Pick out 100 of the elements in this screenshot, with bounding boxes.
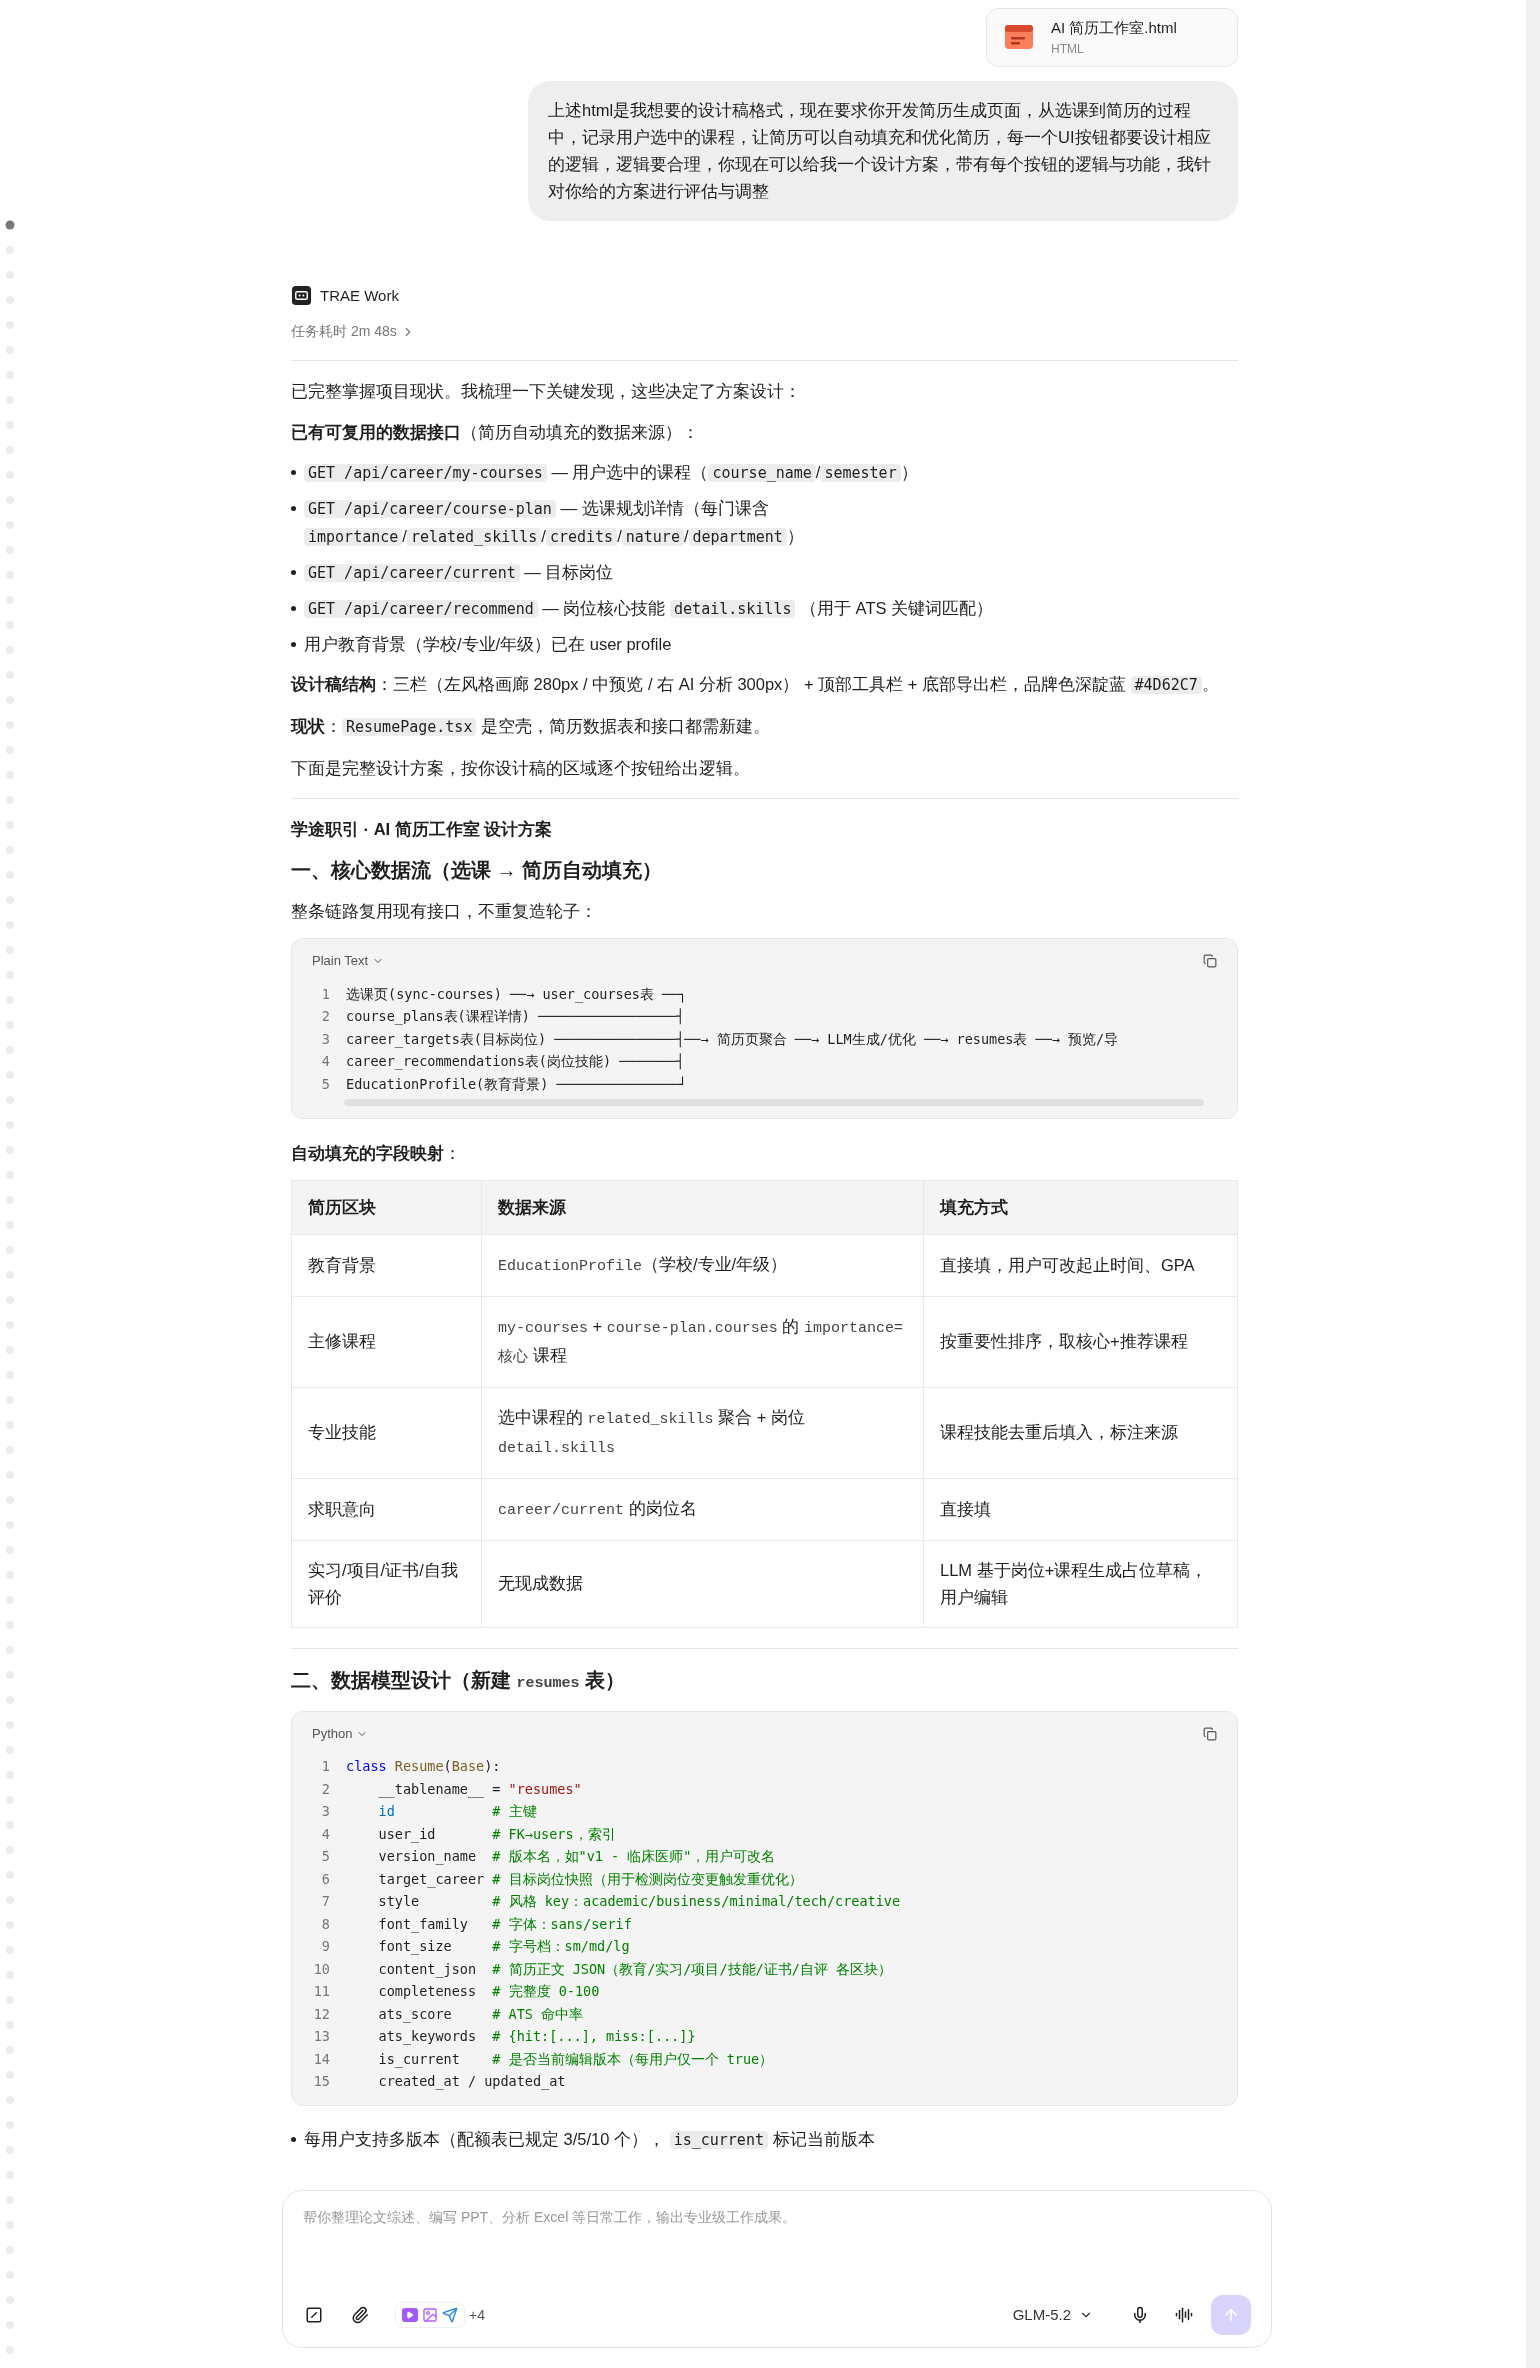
list-item: GET /api/career/my-courses — 用户选中的课程（ course_name / semester ）: [304, 459, 918, 487]
line-number: 4: [320, 1052, 331, 1071]
voice-wave-icon[interactable]: [1175, 2306, 1193, 2324]
inline-code: detail.skills: [670, 600, 796, 618]
list-item: GET /api/career/recommend — 岗位核心技能 detail.skills （用于 ATS 关键词匹配）: [304, 595, 994, 623]
line-number: 10: [312, 1959, 331, 1979]
line-number: 7: [320, 1892, 331, 1912]
microphone-icon[interactable]: [1131, 2306, 1149, 2324]
inline-code: GET /api/career/course-plan: [304, 500, 556, 518]
table-cell: career/current 的岗位名: [481, 1478, 924, 1541]
code-line: created_at / updated_at: [377, 2072, 566, 2092]
table-cell: 实习/项目/证书/自我评价: [291, 1540, 482, 1628]
list-item: GET /api/career/course-plan — 选课规划详情（每门课含 importance / related_skills / credits / nature / department ）: [304, 495, 1238, 551]
section-heading: 二、数据模型设计（新建 resumes 表）: [291, 1667, 627, 1694]
table-cell: 按重要性排序，取核心+推荐课程: [923, 1296, 1238, 1388]
line-number: 14: [312, 2049, 331, 2069]
bullet-icon: [291, 470, 296, 475]
inline-code: importance: [304, 528, 403, 546]
more-tools-count[interactable]: +4: [469, 2304, 485, 2326]
line-number: 15: [312, 2072, 331, 2092]
table-cell: 选中课程的 related_skills 聚合 + 岗位 detail.skills: [481, 1387, 924, 1479]
file-attachment-card[interactable]: AI 简历工作室.html HTML: [986, 8, 1238, 67]
file-name: AI 简历工作室.html: [1051, 18, 1177, 38]
code-line: content_json # 简历正文 JSON（教育/实习/项目/技能/证书/自评 各区块）: [377, 1959, 892, 1980]
code-line: is_current # 是否当前编辑版本（每用户仅一个 true）: [377, 2049, 774, 2070]
code-line: font_size # 字号档：sm/md/lg: [377, 1937, 630, 1957]
line-number: 11: [312, 1982, 331, 2002]
line-number: 1: [320, 984, 331, 1004]
code-line: career_recommendations表(岗位技能) ───────┤: [346, 1052, 685, 1072]
inline-code: is_current: [669, 2130, 768, 2149]
inline-code: semester: [820, 464, 901, 482]
inline-code: GET /api/career/my-courses: [304, 464, 547, 482]
file-type: HTML: [1051, 40, 1085, 58]
table-cell: my-courses + course-plan.courses 的 importance=核心 课程: [481, 1296, 924, 1388]
code-line: version_name # 版本名，如"v1 - 临床医师"，用户可改名: [377, 1847, 776, 1867]
paper-plane-app-icon: [442, 2307, 458, 2323]
column-header: 填充方式: [923, 1180, 1238, 1235]
code-line: style # 风格 key：academic/business/minimal/tech/creative: [377, 1892, 901, 1912]
language-dropdown[interactable]: Plain Text: [312, 951, 385, 971]
column-header: 数据来源: [481, 1180, 924, 1235]
paragraph: 下面是完整设计方案，按你设计稿的区域逐个按钮给出逻辑。: [291, 758, 751, 779]
model-selector[interactable]: GLM-5.2: [1012, 2303, 1093, 2327]
paragraph: 设计稿结构：三栏（左风格画廊 280px / 中预览 / 右 AI 分析 300px） + 顶部工具栏 + 底部导出栏，品牌色深靛蓝 #4D62C7 。: [291, 674, 1220, 696]
copy-icon[interactable]: [1203, 1726, 1217, 1741]
user-message-bubble: 上述html是我想要的设计稿格式，现在要求你开发简历生成页面，从选课到简历的过程中，记录用户选中的课程，让简历可以自动填充和优化简历，每一个UI按钮都要设计相应的逻辑，逻辑要合理，你现在可以给我一个设计方案，带有每个按钮的逻辑与功能，我针对你给的方案进行评估与调整: [528, 80, 1238, 221]
line-number: 3: [320, 1802, 331, 1822]
code-line: class Resume(Base):: [346, 1757, 501, 1777]
inline-code: credits: [545, 528, 618, 546]
code-line: user_id # FK→users，索引: [377, 1824, 616, 1845]
column-header: 简历区块: [291, 1180, 482, 1235]
bullet-icon: [291, 606, 296, 611]
list-item: GET /api/career/current — 目标岗位: [304, 559, 614, 587]
line-number: 1: [320, 1757, 331, 1777]
code-line: career_targets表(目标岗位) ───────────────┤──→ 简历页聚合 ──→ LLM生成/优化 ──→ resumes表 ──→ 预览/导: [346, 1029, 1119, 1050]
code-line: id # 主键: [377, 1802, 537, 1822]
table-cell: LLM 基于岗位+课程生成占位草稿，用户编辑: [923, 1540, 1238, 1628]
code-line: target_career # 目标岗位快照（用于检测岗位变更触发重优化）: [377, 1869, 803, 1890]
line-number: 5: [320, 1074, 331, 1094]
paperclip-icon[interactable]: [351, 2306, 369, 2324]
line-number: 2: [320, 1779, 331, 1799]
inline-code: GET /api/career/recommend: [304, 600, 538, 618]
tool-apps-group[interactable]: [395, 2302, 465, 2328]
inline-code: GET /api/career/current: [304, 564, 520, 582]
task-duration-link[interactable]: 任务耗时 2m 48s: [291, 321, 415, 342]
agent-name: TRAE Work: [320, 285, 399, 306]
line-number: 5: [320, 1847, 331, 1867]
section-heading: 一、核心数据流（选课 → 简历自动填充）: [291, 858, 664, 883]
code-line: 选课页(sync-courses) ──→ user_courses表 ──┐: [346, 984, 687, 1005]
agent-logo-icon: [291, 285, 312, 307]
line-number: 6: [320, 1869, 331, 1889]
list-item: 用户教育背景（学校/专业/年级）已在 user profile: [304, 634, 672, 655]
inline-code: #4D62C7: [1130, 676, 1202, 694]
table-cell: 主修课程: [291, 1296, 482, 1388]
code-line: completeness # 完整度 0-100: [377, 1982, 600, 2002]
paragraph: 整条链路复用现有接口，不重复造轮子：: [291, 901, 598, 922]
video-app-icon: [402, 2308, 418, 2322]
inline-code: department: [688, 528, 787, 546]
bullet-icon: [291, 642, 296, 647]
table-cell: 专业技能: [291, 1387, 482, 1479]
code-line: ats_keywords # {hit:[...], miss:[...]}: [377, 2027, 696, 2047]
line-number: 9: [320, 1937, 331, 1957]
bullet-icon: [291, 506, 296, 511]
line-number: 3: [320, 1029, 331, 1049]
slash-command-icon[interactable]: [305, 2306, 323, 2324]
line-number: 4: [320, 1824, 331, 1844]
line-number: 13: [312, 2027, 331, 2047]
inline-code: ResumePage.tsx: [342, 718, 477, 736]
code-line: course_plans表(课程详情) ─────────────────┤: [346, 1007, 685, 1027]
section-title: 学途职引 · AI 简历工作室 设计方案: [291, 819, 554, 840]
paragraph: 现状： ResumePage.tsx 是空壳，简历数据表和接口都需新建。: [291, 716, 772, 738]
copy-icon[interactable]: [1203, 953, 1217, 968]
language-dropdown[interactable]: Python: [312, 1723, 369, 1744]
inline-code: related_skills: [406, 528, 542, 546]
inline-code: nature: [621, 528, 684, 546]
code-line: __tablename__ = "resumes": [377, 1779, 582, 1800]
paragraph: 自动填充的字段映射：: [291, 1143, 462, 1164]
code-line: ats_score # ATS 命中率: [377, 2004, 584, 2025]
code-line: EducationProfile(教育背景) ───────────────┘: [346, 1074, 687, 1094]
line-number: 2: [320, 1007, 331, 1026]
paragraph: 已完整掌握项目现状。我梳理一下关键发现，这些决定了方案设计：: [291, 381, 802, 402]
